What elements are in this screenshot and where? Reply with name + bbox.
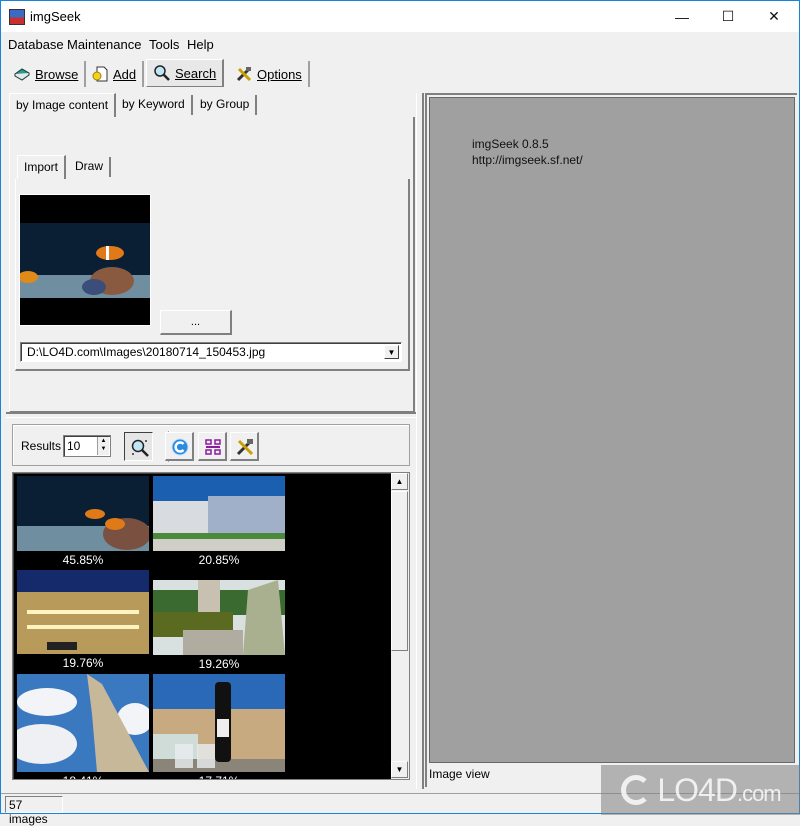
refresh-icon <box>170 437 189 456</box>
result-thumbnail[interactable]: 17.71% <box>153 674 285 779</box>
menu-tools[interactable]: Tools <box>149 37 179 52</box>
tab-by-group[interactable]: by Group <box>194 95 258 115</box>
search-label: Search <box>175 65 217 81</box>
book-icon <box>13 65 31 83</box>
result-thumbnail[interactable]: 18.41% <box>17 674 149 779</box>
results-toolbar: Results 10 ▲ ▼ <box>12 424 410 466</box>
tab-by-keyword[interactable]: by Keyword <box>116 95 193 115</box>
watermark-text: LO4D <box>657 771 738 808</box>
minimize-button[interactable]: — <box>659 1 705 32</box>
thumbnail-image <box>17 570 149 654</box>
add-label: Add <box>113 66 137 82</box>
query-image-preview <box>19 194 151 326</box>
tools-icon <box>235 65 253 83</box>
tab-draw[interactable]: Draw <box>69 157 112 177</box>
similarity-score: 19.76% <box>62 656 104 670</box>
options-label: Options <box>257 66 302 82</box>
result-thumbnail[interactable]: 19.76% <box>17 570 149 673</box>
vertical-splitter[interactable] <box>416 93 424 789</box>
similarity-score: 18.41% <box>17 772 149 779</box>
refresh-button[interactable] <box>165 432 194 461</box>
tab-import[interactable]: Import <box>17 155 67 179</box>
scroll-up-arrow-icon[interactable]: ▲ <box>391 473 408 490</box>
group-button[interactable] <box>198 432 227 461</box>
results-gallery: 45.85% 20.85% 19.76% 19.26% 18.41% <box>12 472 410 780</box>
results-count-value: 10 <box>67 439 81 453</box>
app-url[interactable]: http://imgseek.sf.net/ <box>472 152 583 168</box>
image-path-combobox[interactable]: D:\LO4D.com\Images\20180714_150453.jpg ▼ <box>20 342 402 362</box>
app-version: imgSeek 0.8.5 <box>472 137 549 151</box>
add-button[interactable]: Add <box>85 61 145 87</box>
toolbar: Browse Add Search Options <box>1 59 799 89</box>
app-icon <box>9 9 25 25</box>
add-file-icon <box>91 65 109 83</box>
menu-database[interactable]: Database <box>8 37 64 52</box>
image-count-status: 57 images <box>5 796 63 826</box>
similarity-score: 20.85% <box>198 553 240 567</box>
watermark-logo-icon <box>621 775 652 805</box>
watermark: LO4D .com <box>601 765 800 815</box>
thumbnail-image <box>153 580 285 655</box>
magnifier-icon <box>153 64 171 82</box>
image-path-value: D:\LO4D.com\Images\20180714_150453.jpg <box>27 345 266 359</box>
result-thumbnail[interactable]: 45.85% <box>17 476 149 570</box>
browse-label: Browse <box>35 66 79 82</box>
close-button[interactable]: ✕ <box>751 1 797 32</box>
tab-by-image-content[interactable]: by Image content <box>9 93 117 117</box>
similarity-score: 45.85% <box>62 553 104 567</box>
title-bar: imgSeek — ☐ ✕ <box>1 1 799 32</box>
about-text: imgSeek 0.8.5 http://imgseek.sf.net/ <box>472 136 583 168</box>
settings-button[interactable] <box>230 432 259 461</box>
browse-button[interactable]: Browse <box>7 61 87 87</box>
scrollbar-thumb[interactable] <box>391 491 408 651</box>
result-thumbnail[interactable]: 20.85% <box>153 476 285 570</box>
window-title: imgSeek <box>30 9 81 24</box>
search-icon <box>130 438 149 457</box>
browse-file-button[interactable]: ... <box>160 310 232 335</box>
thumbnail-image <box>17 674 149 772</box>
menu-bar: Database Maintenance Tools Help <box>1 33 799 55</box>
similarity-score: 17.71% <box>153 772 285 779</box>
tools-icon <box>235 437 254 456</box>
dropdown-arrow-icon[interactable]: ▼ <box>384 345 399 359</box>
menu-maintenance[interactable]: Maintenance <box>67 37 141 52</box>
image-view-label: Image view <box>429 767 490 781</box>
similarity-score: 19.26% <box>198 657 240 671</box>
thumbnail-image <box>153 476 285 551</box>
results-count-spinner[interactable]: 10 ▲ ▼ <box>63 435 111 457</box>
app-window: imgSeek — ☐ ✕ Database Maintenance Tools… <box>0 0 800 826</box>
image-view-canvas: imgSeek 0.8.5 http://imgseek.sf.net/ <box>429 97 795 763</box>
thumbnail-image <box>153 674 285 772</box>
gallery-scrollbar[interactable]: ▲ ▼ <box>391 473 409 779</box>
result-thumbnail[interactable]: 19.26% <box>153 580 285 674</box>
image-view-pane: imgSeek 0.8.5 http://imgseek.sf.net/ Ima… <box>425 93 797 787</box>
run-search-button[interactable] <box>124 432 153 461</box>
spin-buttons[interactable]: ▲ ▼ <box>97 437 109 455</box>
menu-help[interactable]: Help <box>187 37 214 52</box>
group-icon <box>203 437 221 455</box>
thumbnail-image <box>17 476 149 551</box>
results-label: Results <box>21 439 62 453</box>
options-button[interactable]: Options <box>229 61 310 87</box>
search-button[interactable]: Search <box>146 59 225 87</box>
scroll-down-arrow-icon[interactable]: ▼ <box>391 761 408 778</box>
watermark-suffix: .com <box>736 781 782 806</box>
maximize-button[interactable]: ☐ <box>705 1 751 32</box>
horizontal-splitter[interactable] <box>6 412 416 418</box>
